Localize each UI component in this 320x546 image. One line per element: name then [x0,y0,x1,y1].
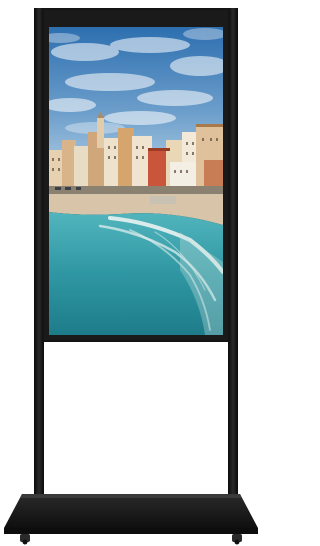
bell-tower [97,118,104,148]
display-stand-graphic [4,8,258,545]
display-stand-illustration [0,0,262,546]
screen-image [49,27,223,335]
stand-base [4,494,258,534]
caster-wheels [20,534,242,545]
